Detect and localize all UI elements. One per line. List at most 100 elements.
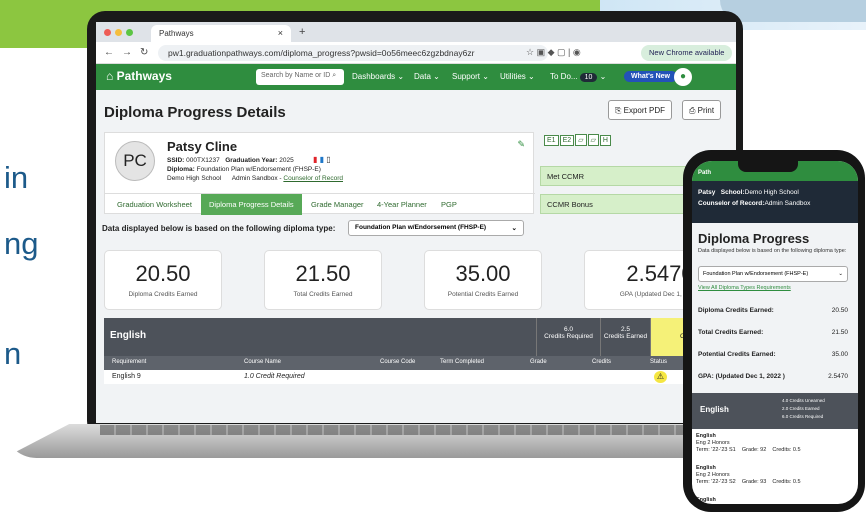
pathways-logo[interactable]: ⌂ Pathways — [106, 69, 172, 83]
pdf-icon: ⎘ — [615, 106, 622, 115]
course-grade: Grade: 92 — [741, 447, 767, 453]
menu-label: Dashboards — [352, 72, 396, 81]
tab-graduation-worksheet[interactable]: Graduation Worksheet — [109, 194, 200, 215]
student-name: Patsy Cline — [167, 139, 238, 154]
view-all-requirements-link[interactable]: View All Diploma Types Requirements — [698, 285, 791, 291]
chrome-update-button[interactable]: New Chrome available — [641, 45, 733, 61]
background-blue-shape — [720, 0, 866, 22]
export-label: Export PDF — [623, 106, 665, 115]
edit-icon[interactable]: ✎ — [517, 139, 525, 150]
course-credits: Credits: 0.5 — [772, 479, 801, 485]
badge-h: H — [599, 135, 611, 146]
url-input[interactable]: pw1.graduationpathways.com/diploma_progr… — [158, 45, 548, 61]
app-header: ⌂ Pathways Search by Name or ID ⌕ Dashbo… — [96, 64, 736, 90]
school-value: Demo High School — [167, 175, 222, 182]
table-row[interactable]: English 9 1.0 Credit Required ⚠ — [104, 370, 736, 384]
credits-earned-label: Credits Earned — [603, 333, 648, 340]
english-section-header: English 6.0 Credits Required 2.5 Credits E… — [104, 318, 736, 356]
user-avatar-icon[interactable]: ● — [674, 68, 692, 86]
phone-stat-gpa: GPA: (Updated Dec 1, 2022 ) 2.5470 — [698, 373, 852, 380]
grad-year-label: Graduation Year: — [225, 157, 278, 164]
student-diploma: Diploma: Foundation Plan w/Endorsement (… — [167, 166, 321, 173]
counselor-link[interactable]: Counselor of Record — [283, 175, 343, 182]
stat-value: 35.00 — [455, 261, 511, 286]
ccmr-bonus-row: CCMR Bonus — [540, 194, 700, 214]
student-school: Demo High School Admin Sandbox - Counsel… — [167, 175, 343, 182]
maximize-window-icon[interactable] — [126, 29, 133, 36]
tab-pgp[interactable]: PGP — [433, 194, 465, 215]
phone-stat-diploma: Diploma Credits Earned: 20.50 — [698, 307, 852, 314]
menu-todo[interactable]: To Do... 10 ⌄ — [550, 72, 606, 82]
tab-4-year-planner[interactable]: 4-Year Planner — [369, 194, 435, 215]
stat-label: Potential Credits Earned — [447, 291, 519, 298]
tab-diploma-progress-details[interactable]: Diploma Progress Details — [201, 194, 302, 215]
student-flags: ▮ ▮ ▯ — [313, 155, 331, 164]
phone-stat-value: 35.00 — [831, 351, 848, 358]
menu-support[interactable]: Support ⌄ — [452, 72, 489, 81]
credits-earned-box: 2.5 Credits Earned — [600, 318, 650, 356]
search-placeholder: Search by Name or ID — [261, 72, 331, 79]
stat-total-credits: 21.50 Total Credits Earned — [264, 250, 382, 310]
menu-label: Utilities — [500, 72, 526, 81]
minimize-window-icon[interactable] — [115, 29, 122, 36]
cell-requirement: English 9 — [112, 373, 141, 380]
logo-text: Pathways — [116, 69, 172, 83]
outline-flag-icon: ▯ — [326, 155, 331, 164]
course-title: English — [696, 497, 716, 503]
col-course-name: Course Name — [244, 359, 282, 365]
table-header: Requirement Course Name Course Code Term… — [104, 356, 736, 370]
chevron-down-icon: ⌄ — [838, 271, 843, 277]
search-icon[interactable]: ⌕ — [332, 72, 336, 79]
cell-course-name: 1.0 Credit Required — [244, 373, 305, 380]
student-ids: SSID: 000TX1237 Graduation Year: 2025 — [167, 157, 294, 164]
whats-new-button[interactable]: What's New — [624, 71, 678, 82]
browser-extension-icons[interactable]: ☆ ▣ ◆ ▢ | ◉ — [526, 47, 581, 58]
phone-english-header: English 4.0 Credits Unearned 2.0 Credits… — [692, 393, 858, 429]
menu-dashboards[interactable]: Dashboards ⌄ — [352, 72, 404, 81]
stat-label: Total Credits Earned — [293, 291, 353, 298]
diploma-type-select[interactable]: Foundation Plan w/Endorsement (FHSP-E) ⌄ — [348, 220, 524, 236]
phone-screen: Path Patsy School:Demo High School Couns… — [692, 161, 858, 504]
met-ccmr-row: Met CCMR — [540, 166, 700, 186]
close-tab-icon[interactable]: × — [278, 28, 283, 38]
phone-stat-label: Potential Credits Earned: — [698, 351, 776, 358]
phone-english-credits: 4.0 Credits Unearned 2.0 Credits Earned … — [782, 397, 825, 421]
menu-utilities[interactable]: Utilities ⌄ — [500, 72, 535, 81]
credits-required-value: 6.0 — [563, 326, 574, 333]
phone-school-label: School: — [720, 189, 745, 196]
credits-unearned: 4.0 Credits Unearned — [782, 398, 825, 403]
page-content: Diploma Progress Details ⎘ Export PDF ⎙ … — [96, 90, 736, 423]
menu-data[interactable]: Data ⌄ — [414, 72, 440, 81]
phone-stat-label: Diploma Credits Earned: — [698, 307, 774, 314]
phone-stat-label: Total Credits Earned: — [698, 329, 764, 336]
phone-logo[interactable]: Path — [698, 170, 711, 176]
stat-value: 21.50 — [295, 261, 351, 286]
new-tab-icon[interactable]: + — [299, 26, 305, 38]
warning-icon: ⚠ — [654, 371, 667, 383]
browser-nav-icons[interactable]: ←→↻ — [104, 47, 156, 58]
phone-counselor-value: Admin Sandbox — [764, 200, 811, 207]
side-text-3: n — [4, 336, 22, 371]
tab-grade-manager[interactable]: Grade Manager — [303, 194, 372, 215]
phone-course-item: English Eng 2 Honors Term: '22-'23 S1 Gr… — [692, 433, 858, 454]
browser-tab[interactable]: Pathways × — [151, 25, 291, 42]
col-grade: Grade — [530, 359, 547, 365]
ssid-label: SSID: — [167, 157, 185, 164]
col-term-completed: Term Completed — [440, 359, 485, 365]
credits-earned-value: 2.5 — [620, 326, 631, 333]
credits-required-label: Credits Required — [544, 333, 593, 340]
phone-diploma-select[interactable]: Foundation Plan w/Endorsement (FHSP-E) ⌄ — [698, 266, 848, 282]
close-window-icon[interactable] — [104, 29, 111, 36]
diploma-type-value: Foundation Plan w/Endorsement (FHSP-E) — [355, 224, 487, 231]
menu-label: To Do... — [550, 72, 578, 81]
stat-diploma-credits: 20.50 Diploma Credits Earned — [104, 250, 222, 310]
credits-required-box: 6.0 Credits Required — [536, 318, 600, 356]
phone-counselor-label: Counselor of Record: — [698, 200, 765, 207]
export-pdf-button[interactable]: ⎘ Export PDF — [608, 100, 672, 120]
print-button[interactable]: ⎙ Print — [682, 100, 722, 120]
browser-tab-bar: Pathways × + — [96, 22, 736, 42]
tab-title: Pathways — [159, 29, 194, 38]
search-input[interactable]: Search by Name or ID ⌕ — [256, 69, 344, 85]
stat-potential-credits: 35.00 Potential Credits Earned — [424, 250, 542, 310]
page-title: Diploma Progress Details — [104, 104, 286, 121]
